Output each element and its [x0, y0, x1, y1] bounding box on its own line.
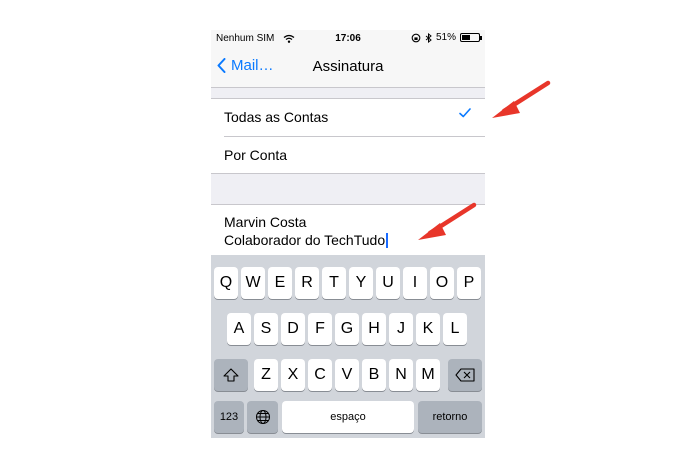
key-i[interactable]: I — [403, 267, 427, 299]
key-n[interactable]: N — [389, 359, 413, 391]
return-key[interactable]: retorno — [418, 401, 482, 433]
key-h[interactable]: H — [362, 313, 386, 345]
globe-icon — [255, 410, 270, 424]
key-q[interactable]: Q — [214, 267, 238, 299]
backspace-key[interactable] — [448, 359, 482, 391]
key-g[interactable]: G — [335, 313, 359, 345]
annotation-arrow-icon — [492, 80, 551, 118]
option-per-account[interactable]: Por Conta — [211, 137, 485, 174]
signature-line-1: Marvin Costa — [224, 214, 307, 230]
globe-key[interactable] — [247, 401, 278, 433]
key-l[interactable]: L — [443, 313, 467, 345]
keyboard: QWERTYUIOP ASDFGHJKL ZXCVBNM 123 espaço … — [211, 255, 485, 438]
battery-icon — [460, 33, 482, 42]
key-b[interactable]: B — [362, 359, 386, 391]
numbers-key[interactable]: 123 — [214, 401, 244, 433]
key-c[interactable]: C — [308, 359, 332, 391]
checkmark-icon — [459, 108, 471, 118]
key-x[interactable]: X — [281, 359, 305, 391]
key-d[interactable]: D — [281, 313, 305, 345]
space-key[interactable]: espaço — [282, 401, 414, 433]
battery-percent: 51% — [435, 32, 456, 43]
page-title: Assinatura — [312, 58, 384, 75]
key-s[interactable]: S — [254, 313, 278, 345]
text-cursor — [386, 233, 389, 248]
key-a[interactable]: A — [227, 313, 251, 345]
option-label: Todas as Contas — [224, 109, 329, 125]
key-y[interactable]: Y — [349, 267, 373, 299]
key-o[interactable]: O — [430, 267, 454, 299]
status-right-group: 51% — [411, 32, 482, 43]
key-u[interactable]: U — [376, 267, 400, 299]
key-z[interactable]: Z — [254, 359, 278, 391]
section-gap — [211, 88, 485, 98]
signature-line-2-text: Colaborador do TechTudo — [224, 232, 386, 248]
signature-options-group: Todas as Contas Por Conta — [211, 98, 485, 174]
key-j[interactable]: J — [389, 313, 413, 345]
rotation-lock-icon — [411, 33, 421, 42]
shift-key[interactable] — [214, 359, 248, 391]
key-k[interactable]: K — [416, 313, 440, 345]
option-all-accounts[interactable]: Todas as Contas — [211, 99, 485, 137]
status-bar: Nenhum SIM 17:06 51% — [211, 30, 485, 48]
annotation-arrow-icon — [418, 202, 477, 240]
bluetooth-icon — [425, 32, 432, 43]
key-p[interactable]: P — [457, 267, 481, 299]
key-e[interactable]: E — [268, 267, 292, 299]
option-label: Por Conta — [224, 147, 288, 163]
key-v[interactable]: V — [335, 359, 359, 391]
key-m[interactable]: M — [416, 359, 440, 391]
navigation-bar: Mail… Assinatura — [211, 48, 485, 88]
shift-arrow-icon — [223, 368, 239, 382]
key-f[interactable]: F — [308, 313, 332, 345]
key-r[interactable]: R — [295, 267, 319, 299]
backspace-icon — [455, 368, 475, 382]
signature-line-2: Colaborador do TechTudo — [224, 232, 389, 248]
key-t[interactable]: T — [322, 267, 346, 299]
key-w[interactable]: W — [241, 267, 265, 299]
